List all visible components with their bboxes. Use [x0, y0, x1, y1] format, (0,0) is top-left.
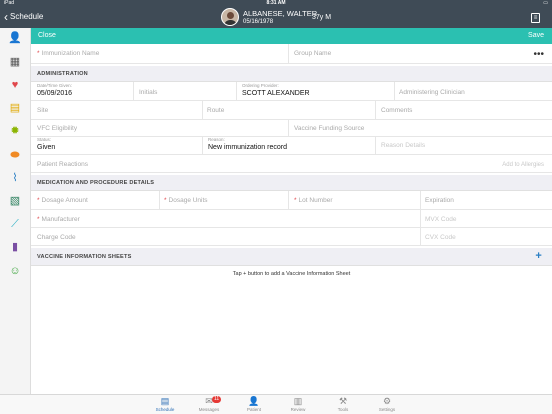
tab-label: Patient: [246, 407, 261, 412]
avatar: [221, 8, 239, 26]
group-name-field[interactable]: Group Name: [294, 49, 331, 59]
tab-label: Settings: [378, 407, 396, 412]
comments-field[interactable]: Comments: [381, 106, 412, 116]
syringe-icon[interactable]: ⟋: [8, 218, 22, 230]
bar-chart-icon[interactable]: ▮: [8, 241, 22, 253]
reason-details-field[interactable]: Reason Details: [381, 141, 425, 151]
pill-icon[interactable]: ⬬: [8, 149, 22, 161]
back-label: Schedule: [10, 12, 44, 21]
route-field[interactable]: Route: [207, 106, 224, 116]
charge-code-field[interactable]: Charge Code: [37, 233, 76, 243]
form-row: VFC Eligibility Vaccine Funding Source: [31, 120, 552, 137]
manufacturer-field[interactable]: * Manufacturer: [37, 215, 80, 225]
form-row: * Manufacturer MVX Code: [31, 210, 552, 228]
save-button[interactable]: Save: [528, 31, 544, 41]
settings-icon: ⚙: [382, 396, 392, 406]
cvx-code-field[interactable]: CVX Code: [425, 233, 456, 243]
tab-label: Review: [290, 407, 306, 412]
form-row: * Dosage Amount * Dosage Units * Lot Number…: [31, 191, 552, 210]
reason-field[interactable]: New immunization record: [208, 143, 287, 153]
patient-name: ALBANESE, WALTER: [243, 8, 318, 18]
tab-tools[interactable]: ⚒ Tools: [326, 396, 360, 413]
more-options-icon[interactable]: •••: [533, 50, 544, 60]
sidebar: 👤 ▦ ♥ ▤ ✹ ⬬ ⌇ ▧ ⟋ ▮ ☺: [0, 28, 31, 394]
tab-review[interactable]: ▥ Review: [281, 396, 315, 413]
tab-settings[interactable]: ⚙ Settings: [370, 396, 404, 413]
date-time-field[interactable]: 05/09/2016: [37, 89, 72, 99]
schedule-icon: ▤: [160, 396, 170, 406]
notes-icon[interactable]: ▤: [8, 102, 22, 114]
form-row: Date/Time Given: 05/09/2016 Initials Ord…: [31, 82, 552, 101]
messages-badge: 11: [212, 396, 222, 403]
status-field[interactable]: Given: [37, 143, 55, 153]
vis-hint: Tap + button to add a Vaccine Informatio…: [232, 271, 351, 277]
tab-patient[interactable]: 👤 Patient: [237, 396, 271, 413]
add-to-allergies-button[interactable]: Add to Allergies: [502, 160, 544, 170]
vaccine-funding-source-field[interactable]: Vaccine Funding Source: [294, 124, 364, 134]
patient-icon: 👤: [248, 396, 260, 406]
patient-dob: 05/16/1978: [243, 18, 274, 25]
tab-schedule[interactable]: ▤ Schedule: [148, 396, 182, 413]
administering-clinician-field[interactable]: Administering Clinician: [399, 88, 465, 98]
tab-bar: ▤ Schedule ✉ 11 Messages 👤 Patient ▥ Rev…: [0, 394, 552, 414]
vis-title: VACCINE INFORMATION SHEETS: [37, 254, 132, 260]
section-header-vis: VACCINE INFORMATION SHEETS +: [31, 248, 552, 266]
immunization-name-field[interactable]: * Immunization Name: [37, 49, 99, 59]
tab-label: Tools: [337, 407, 349, 412]
add-vis-button[interactable]: +: [535, 251, 542, 262]
lab-report-icon[interactable]: ▧: [8, 195, 22, 207]
site-field[interactable]: Site: [37, 106, 48, 116]
person-icon[interactable]: ☺: [8, 265, 22, 277]
mvx-code-field[interactable]: MVX Code: [425, 215, 456, 225]
app-header: ‹ Schedule ALBANESE, WALTER 05/16/1978 3…: [0, 6, 552, 28]
lot-number-field[interactable]: * Lot Number: [294, 196, 333, 206]
chevron-left-icon: ‹: [4, 10, 8, 24]
patient-reactions-field[interactable]: Patient Reactions: [37, 160, 88, 170]
action-bar: Close Save: [31, 28, 552, 44]
close-button[interactable]: Close: [38, 31, 56, 41]
heart-icon[interactable]: ♥: [8, 79, 22, 91]
form-row: Site Route Comments: [31, 101, 552, 120]
form-row: Charge Code CVX Code: [31, 228, 552, 246]
calendar-icon[interactable]: ▦: [8, 56, 22, 68]
expiration-field[interactable]: Expiration: [425, 196, 454, 206]
patient-assign-icon[interactable]: 👤: [8, 32, 22, 44]
patient-age-sex: 37y M: [312, 14, 332, 21]
form-row: Patient Reactions Add to Allergies: [31, 155, 552, 173]
form-row: Status: Given Reason: New immunization r…: [31, 137, 552, 155]
review-icon: ▥: [293, 396, 303, 406]
tab-label: Messages: [198, 407, 220, 412]
tab-label: Schedule: [155, 407, 175, 412]
section-header-administration: ADMINISTRATION: [31, 66, 552, 82]
dosage-amount-field[interactable]: * Dosage Amount: [37, 196, 88, 206]
section-header-medication: MEDICATION AND PROCEDURE DETAILS: [31, 175, 552, 191]
ordering-provider-field[interactable]: SCOTT ALEXANDER: [242, 89, 310, 99]
initials-field[interactable]: Initials: [139, 88, 157, 98]
immunization-form: * Immunization Name Group Name ••• ADMINI…: [31, 44, 552, 394]
patient-banner[interactable]: ALBANESE, WALTER 05/16/1978: [221, 8, 317, 26]
vfc-eligibility-field[interactable]: VFC Eligibility: [37, 124, 77, 134]
dosage-units-field[interactable]: * Dosage Units: [164, 196, 208, 206]
form-row: * Immunization Name Group Name •••: [31, 44, 552, 64]
back-button[interactable]: ‹ Schedule: [4, 10, 43, 24]
virus-icon[interactable]: ✹: [8, 125, 22, 137]
tools-icon: ⚒: [338, 396, 348, 406]
document-icon[interactable]: ≡: [531, 13, 540, 23]
tab-messages[interactable]: ✉ 11 Messages: [192, 396, 226, 413]
test-tube-icon[interactable]: ⌇: [8, 172, 22, 184]
